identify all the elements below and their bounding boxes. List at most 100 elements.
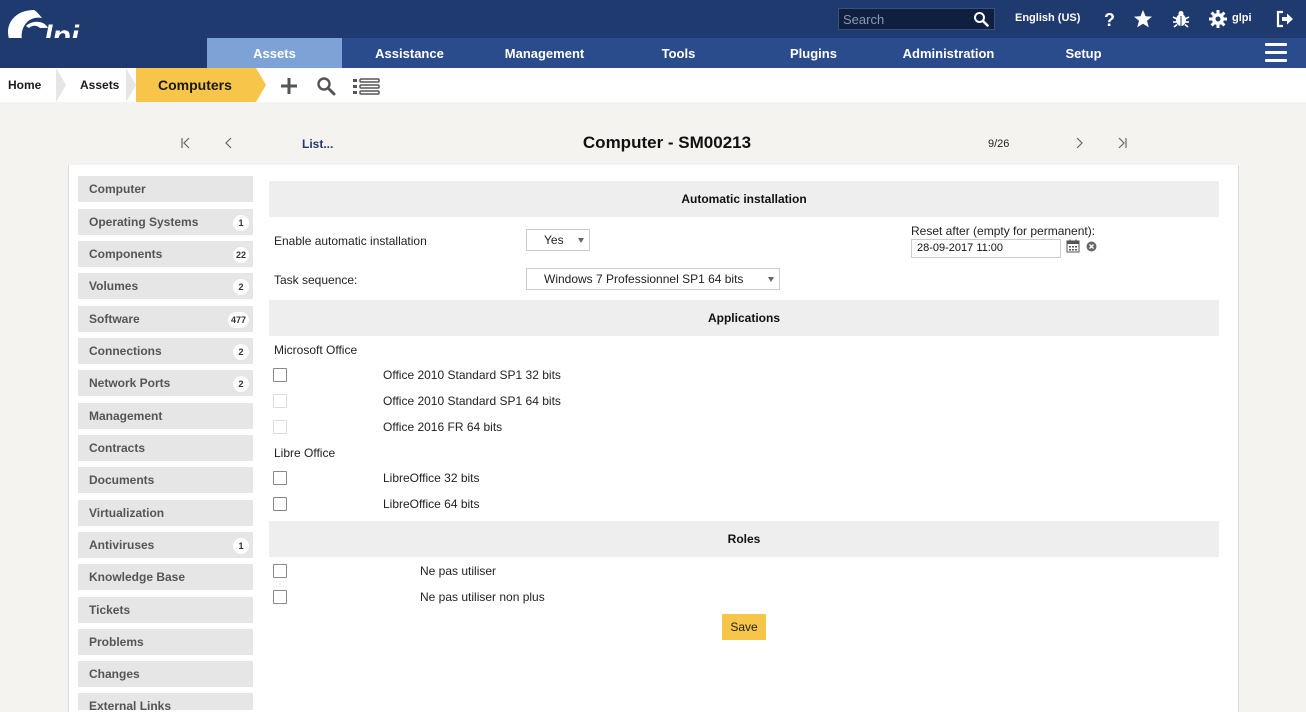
- username-link[interactable]: glpi: [1232, 12, 1252, 24]
- breadcrumb-separator: [126, 68, 136, 102]
- menu-assets[interactable]: Assets: [207, 38, 342, 68]
- tab-knowledge-base[interactable]: Knowledge Base: [78, 564, 253, 592]
- tab-external-links[interactable]: External Links: [78, 693, 253, 712]
- tab-problems[interactable]: Problems: [78, 629, 253, 657]
- app-group-libre-office: Libre Office: [274, 446, 336, 460]
- tab-tickets[interactable]: Tickets: [78, 597, 253, 625]
- role-checkbox[interactable]: [273, 590, 287, 604]
- section-applications: Applications: [269, 300, 1219, 336]
- tab-label: Components: [89, 247, 163, 261]
- app-label: LibreOffice 64 bits: [383, 497, 480, 511]
- save-button[interactable]: Save: [722, 614, 766, 640]
- star-icon[interactable]: [1133, 9, 1153, 29]
- app-checkbox-disabled: [273, 420, 287, 434]
- tab-label: Knowledge Base: [89, 570, 186, 584]
- tab-components[interactable]: Components 22: [78, 241, 253, 269]
- menu-left-spacer: [0, 38, 207, 68]
- bug-icon[interactable]: [1171, 9, 1191, 29]
- tab-label: Volumes: [89, 279, 139, 293]
- main-menu: Assets Assistance Management Tools Plugi…: [0, 38, 1306, 68]
- top-header: lpi English (US) ? glpi: [0, 0, 1306, 55]
- tab-antiviruses[interactable]: Antiviruses 1: [78, 532, 253, 560]
- tab-label: Network Ports: [89, 376, 171, 390]
- tab-count-badge: 1: [233, 215, 249, 231]
- tab-label: Changes: [89, 667, 140, 681]
- app-label: LibreOffice 32 bits: [383, 471, 480, 485]
- previous-page-icon[interactable]: [221, 135, 237, 151]
- app-label: Office 2016 FR 64 bits: [383, 420, 503, 434]
- breadcrumb-current-arrow: [256, 68, 266, 102]
- tab-label: Antiviruses: [89, 538, 155, 552]
- search-input[interactable]: [839, 9, 969, 29]
- app-checkbox[interactable]: [273, 471, 287, 485]
- task-sequence-label: Task sequence:: [274, 273, 358, 287]
- enable-auto-install-select[interactable]: Yes: [526, 229, 590, 251]
- chevron-down-icon: [578, 238, 584, 243]
- breadcrumb-assets[interactable]: Assets: [80, 68, 119, 102]
- menu-tools[interactable]: Tools: [611, 38, 746, 68]
- menu-administration[interactable]: Administration: [881, 38, 1016, 68]
- tab-label: Management: [89, 409, 163, 423]
- tab-label: Contracts: [89, 441, 146, 455]
- section-automatic-installation: Automatic installation: [269, 181, 1219, 217]
- clear-date-icon[interactable]: [1086, 241, 1097, 252]
- tab-label: Problems: [89, 635, 144, 649]
- menu-setup[interactable]: Setup: [1016, 38, 1151, 68]
- search-icon[interactable]: [973, 11, 989, 27]
- search-icon[interactable]: [316, 76, 336, 96]
- app-checkbox[interactable]: [273, 368, 287, 382]
- page-title: Computer - SM00213: [582, 133, 752, 152]
- breadcrumb-computers[interactable]: Computers: [158, 68, 232, 102]
- enable-auto-install-label: Enable automatic installation: [274, 234, 427, 248]
- tab-software[interactable]: Software 477: [78, 306, 253, 334]
- calendar-icon[interactable]: [1066, 239, 1080, 253]
- tab-label: Software: [89, 312, 140, 326]
- first-page-icon[interactable]: [178, 135, 194, 151]
- task-sequence-value: Windows 7 Professionnel SP1 64 bits: [544, 272, 744, 286]
- tab-label: Tickets: [89, 603, 131, 617]
- tab-label: Connections: [89, 344, 162, 358]
- tab-volumes[interactable]: Volumes 2: [78, 273, 253, 301]
- chevron-down-icon: [768, 277, 774, 282]
- role-checkbox[interactable]: [273, 564, 287, 578]
- logout-icon[interactable]: [1275, 9, 1295, 29]
- help-icon[interactable]: ?: [1099, 9, 1119, 29]
- tab-connections[interactable]: Connections 2: [78, 338, 253, 366]
- tab-operating-systems[interactable]: Operating Systems 1: [78, 209, 253, 237]
- enable-auto-install-value: Yes: [544, 233, 564, 247]
- app-group-microsoft-office: Microsoft Office: [274, 343, 358, 357]
- app-checkbox-disabled: [273, 394, 287, 408]
- record-position: 9/26: [988, 138, 1010, 150]
- tab-count-badge: 1: [233, 538, 249, 554]
- next-page-icon[interactable]: [1071, 135, 1087, 151]
- reset-after-date-field[interactable]: 28-09-2017 11:00: [911, 239, 1061, 258]
- list-view-icon[interactable]: [352, 76, 380, 96]
- role-label: Ne pas utiliser: [420, 564, 497, 578]
- tab-virtualization[interactable]: Virtualization: [78, 500, 253, 528]
- list-link[interactable]: List...: [302, 137, 333, 151]
- last-page-icon[interactable]: [1114, 135, 1130, 151]
- menu-assistance[interactable]: Assistance: [342, 38, 477, 68]
- app-checkbox[interactable]: [273, 497, 287, 511]
- tab-count-badge: 2: [233, 279, 249, 295]
- gear-icon[interactable]: [1208, 9, 1228, 29]
- menu-plugins[interactable]: Plugins: [746, 38, 881, 68]
- menu-management[interactable]: Management: [477, 38, 612, 68]
- task-sequence-select[interactable]: Windows 7 Professionnel SP1 64 bits: [526, 268, 780, 290]
- tab-documents[interactable]: Documents: [78, 467, 253, 495]
- hamburger-menu-icon[interactable]: [1265, 43, 1287, 63]
- tab-contracts[interactable]: Contracts: [78, 435, 253, 463]
- breadcrumb-home[interactable]: Home: [8, 68, 41, 102]
- app-label: Office 2010 Standard SP1 64 bits: [383, 394, 561, 408]
- tab-computer[interactable]: Computer: [78, 176, 253, 204]
- tab-network-ports[interactable]: Network Ports 2: [78, 370, 253, 398]
- app-label: Office 2010 Standard SP1 32 bits: [383, 368, 561, 382]
- breadcrumb: Home Assets Computers: [0, 68, 1306, 102]
- tab-count-badge: 2: [233, 376, 249, 392]
- tab-changes[interactable]: Changes: [78, 661, 253, 689]
- language-link[interactable]: English (US): [1015, 12, 1080, 24]
- tab-management[interactable]: Management: [78, 403, 253, 431]
- section-roles: Roles: [269, 521, 1219, 557]
- add-icon[interactable]: [279, 76, 299, 96]
- search-box[interactable]: [838, 8, 995, 30]
